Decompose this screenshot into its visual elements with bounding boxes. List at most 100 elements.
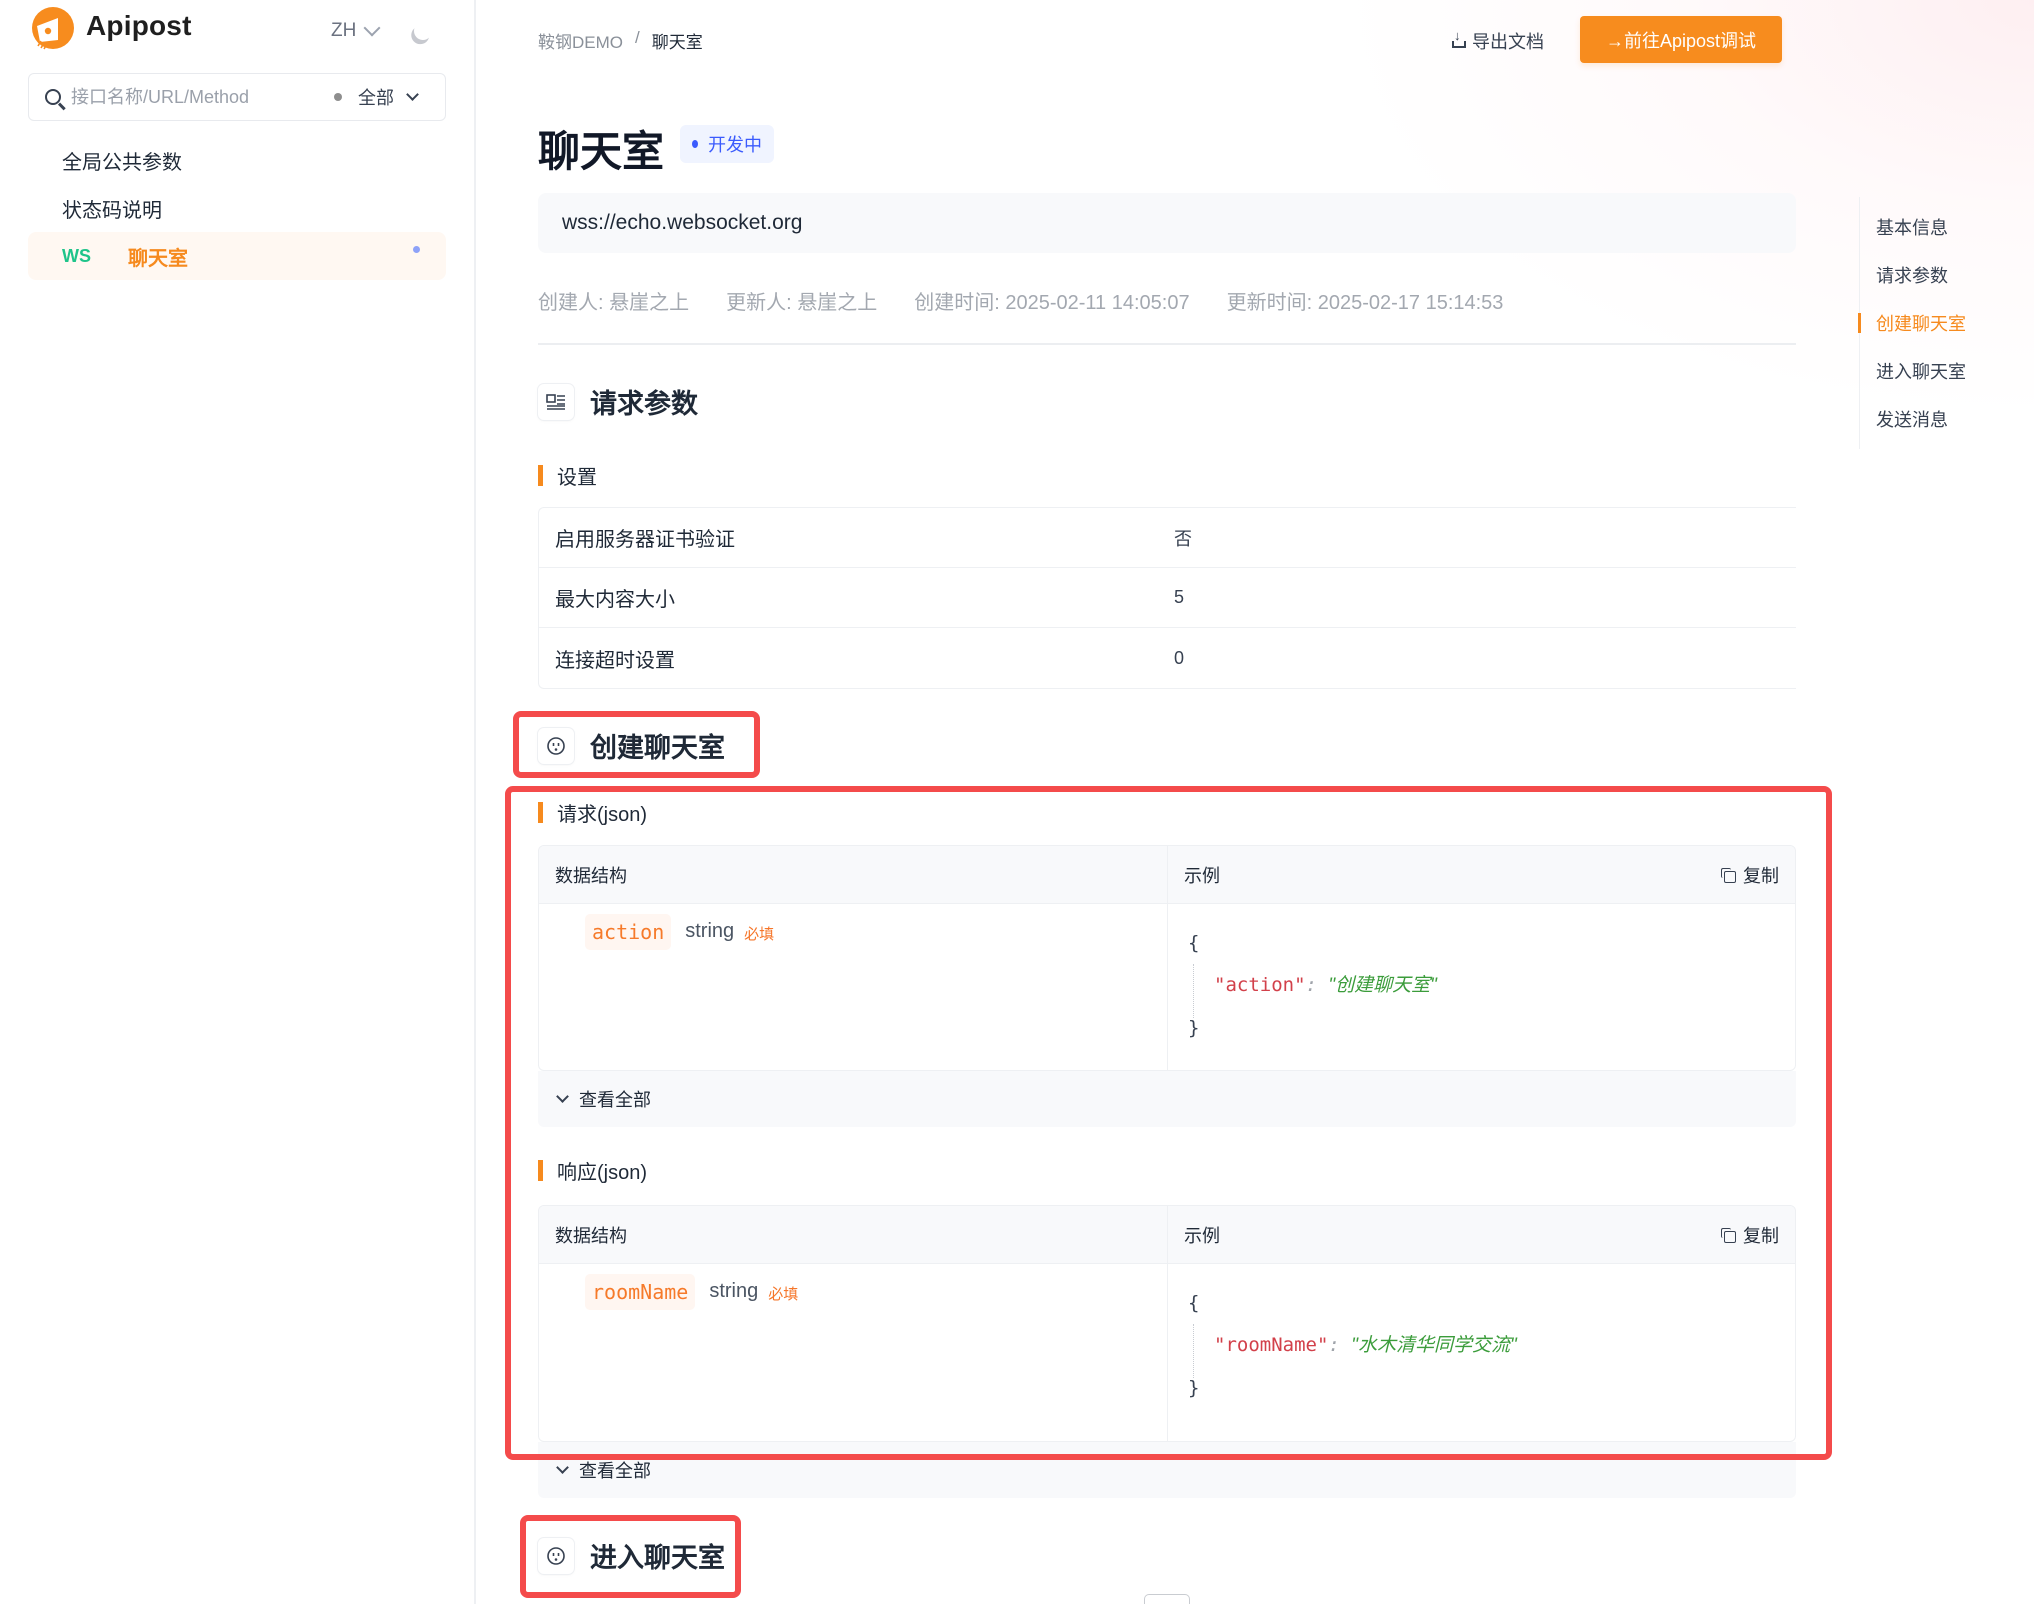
json-example: { "roomName": "水木清华同学交流" } [1168, 1264, 1795, 1441]
search-input[interactable] [71, 86, 321, 108]
request-json-subheading: 请求(json) [538, 798, 647, 827]
sidebar-item-status-codes[interactable]: 状态码说明 [28, 184, 446, 232]
socket-icon [538, 727, 574, 764]
status-badge: 开发中 [680, 125, 774, 163]
breadcrumb-project[interactable]: 鞍钢DEMO [538, 28, 623, 53]
breadcrumb-separator: / [635, 28, 640, 47]
method-badge: WS [62, 245, 91, 266]
toc-item-basic-info[interactable]: 基本信息 [1860, 203, 2019, 251]
filter-label: 全部 [358, 88, 394, 108]
field-name: roomName [585, 1274, 696, 1310]
meta-info: 创建人: 悬崖之上 更新人: 悬崖之上 创建时间: 2025-02-11 14:… [538, 286, 1503, 315]
json-key: "action" [1214, 974, 1306, 996]
chevron-down-icon [556, 1090, 569, 1103]
json-close-brace: } [1188, 1017, 1200, 1039]
setting-value: 5 [1174, 587, 1185, 607]
meta-creator: 创建人: 悬崖之上 [538, 292, 690, 314]
dark-mode-moon-icon[interactable] [411, 19, 434, 42]
json-close-brace: } [1188, 1377, 1200, 1399]
copy-button[interactable]: 复制 [1721, 1222, 1779, 1248]
view-all-button[interactable]: 查看全部 [538, 1071, 1796, 1127]
endpoint-url: wss://echo.websocket.org [538, 193, 1796, 253]
sidebar-item-chatroom[interactable]: WS 聊天室 [28, 232, 446, 280]
table-of-contents: 基本信息 请求参数 创建聊天室 进入聊天室 发送消息 [1858, 197, 2019, 449]
export-doc-button[interactable]: 导出文档 [1452, 28, 1544, 54]
sidebar-item-global-params[interactable]: 全局公共参数 [28, 136, 446, 184]
required-badge: 必填 [768, 1286, 799, 1303]
sidebar-item-label: 状态码说明 [62, 199, 162, 222]
field-name: action [585, 914, 672, 950]
toc-item-send-message[interactable]: 发送消息 [1860, 395, 2019, 443]
setting-value: 否 [1174, 528, 1192, 549]
setting-key: 最大内容大小 [555, 589, 675, 611]
section-heading-create-chatroom: 创建聊天室 [538, 726, 725, 765]
copy-label: 复制 [1743, 1225, 1779, 1246]
scroll-handle[interactable] [1144, 1594, 1190, 1604]
section-title: 创建聊天室 [590, 733, 725, 763]
view-all-button[interactable]: 查看全部 [538, 1442, 1796, 1498]
view-all-label: 查看全部 [579, 1090, 651, 1110]
setting-key: 启用服务器证书验证 [555, 529, 735, 551]
language-selector[interactable]: ZH [331, 19, 381, 42]
chevron-down-icon [363, 19, 381, 37]
field-type: string [685, 920, 735, 942]
indent-guide [1193, 1324, 1194, 1378]
table-row: 连接超时设置 0 [539, 628, 1796, 688]
indent-guide [1193, 964, 1194, 1018]
json-colon: : [1305, 974, 1317, 996]
method-filter-dropdown[interactable]: 全部 [334, 74, 419, 120]
chevron-down-icon [406, 88, 419, 101]
accent-bar [538, 802, 543, 823]
settings-table: 启用服务器证书验证 否 最大内容大小 5 连接超时设置 0 [538, 507, 1796, 689]
response-schema-table: 数据结构 示例 复制 roomName string 必填 { "roomNam… [538, 1205, 1796, 1442]
toc-item-request-params[interactable]: 请求参数 [1860, 251, 2019, 299]
accent-bar [538, 1160, 543, 1181]
meta-created-at: 创建时间: 2025-02-11 14:05:07 [914, 292, 1190, 314]
table-row: 最大内容大小 5 [539, 568, 1796, 628]
section-heading-enter-chatroom: 进入聊天室 [538, 1536, 725, 1575]
section-heading-request-params: 请求参数 [538, 382, 698, 421]
brand-name: Apipost [86, 10, 192, 41]
chevron-down-icon [556, 1461, 569, 1474]
column-header-schema: 数据结构 [539, 846, 1168, 903]
setting-key: 连接超时设置 [555, 649, 675, 672]
export-label: 导出文档 [1472, 32, 1544, 52]
subheading-label: 设置 [557, 467, 597, 489]
json-colon: : [1328, 1334, 1340, 1356]
response-json-subheading: 响应(json) [538, 1156, 647, 1185]
section-title: 请求参数 [590, 389, 698, 419]
copy-label: 复制 [1743, 865, 1779, 886]
table-row: action string 必填 { "action": "创建聊天室" } [539, 904, 1795, 1070]
table-row: roomName string 必填 { "roomName": "水木清华同学… [539, 1264, 1795, 1441]
json-open-brace: { [1188, 932, 1200, 954]
request-schema-table: 数据结构 示例 复制 action string 必填 { "action": … [538, 845, 1796, 1071]
table-header: 数据结构 示例 复制 [539, 846, 1795, 904]
json-line: "action": "创建聊天室" [1188, 964, 1795, 1007]
column-header-schema: 数据结构 [539, 1206, 1168, 1263]
filter-dot-icon [334, 93, 342, 101]
field-type: string [709, 1280, 759, 1302]
copy-icon [1721, 867, 1736, 883]
breadcrumb-current: 聊天室 [651, 33, 703, 52]
socket-icon [538, 1537, 574, 1574]
toc-item-create-chatroom[interactable]: 创建聊天室 [1858, 299, 2019, 347]
sidebar-item-label: 全局公共参数 [62, 151, 182, 174]
settings-subheading: 设置 [538, 461, 597, 490]
json-key: "roomName" [1214, 1334, 1329, 1356]
accent-bar [538, 465, 543, 486]
meta-updated-at: 更新时间: 2025-02-17 15:14:53 [1226, 292, 1504, 314]
search-box: 全部 [28, 73, 446, 121]
sidebar: Apipost ZH 全部 全局公共参数 状态码说明 WS 聊天室 [0, 0, 476, 1604]
copy-button[interactable]: 复制 [1721, 862, 1779, 888]
sidebar-item-label: 聊天室 [128, 247, 188, 270]
go-to-apipost-button[interactable]: →前往Apipost调试 [1580, 16, 1782, 63]
status-dot-icon [692, 140, 698, 148]
copy-icon [1721, 1227, 1736, 1243]
example-label: 示例 [1184, 1225, 1220, 1246]
subheading-label: 请求(json) [557, 804, 648, 826]
page-title: 聊天室 [538, 128, 665, 175]
schema-field: roomName string 必填 [539, 1264, 1168, 1441]
divider [538, 343, 1796, 345]
column-header-example: 示例 复制 [1168, 1206, 1795, 1263]
toc-item-enter-chatroom[interactable]: 进入聊天室 [1860, 347, 2019, 395]
